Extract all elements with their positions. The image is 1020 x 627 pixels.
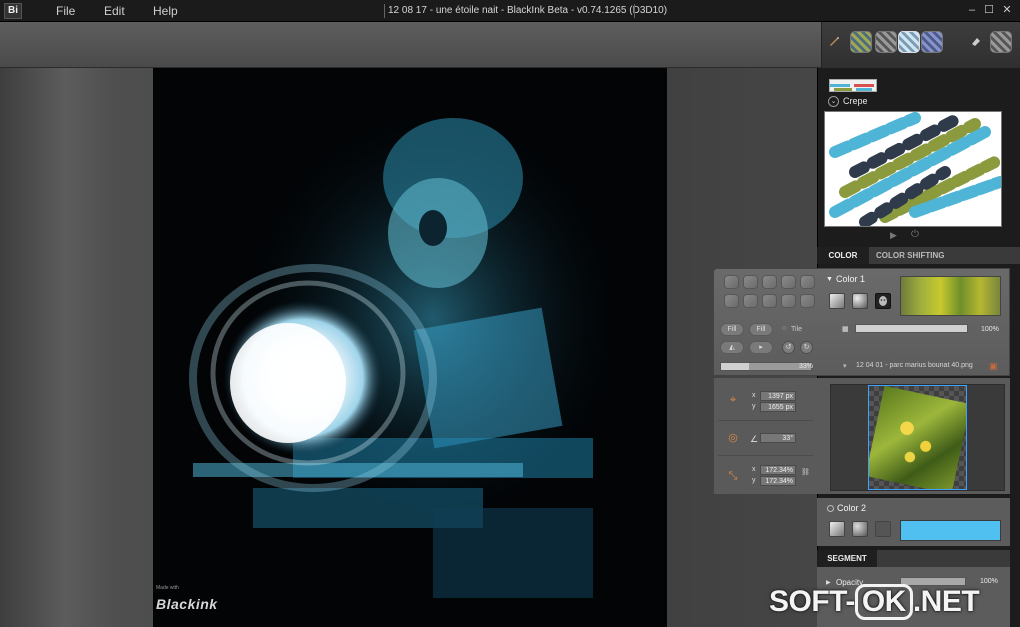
texture-selection-frame[interactable] [868, 385, 967, 490]
brush-stroke-preview [824, 111, 1002, 227]
tab-color[interactable]: COLOR [817, 247, 869, 264]
transform-divider [718, 455, 813, 456]
position-x-label: x [752, 392, 756, 399]
texture-thumbnail-strip[interactable] [900, 276, 1001, 316]
brush-preset-crepe[interactable] [898, 31, 920, 53]
power-icon[interactable]: ⏻ [911, 229, 919, 240]
swatch-cell[interactable] [743, 275, 758, 289]
swatch-cell[interactable] [781, 294, 796, 308]
tab-segment[interactable]: SEGMENT [817, 550, 877, 567]
position-y-label: y [752, 403, 756, 410]
scale-x-field[interactable]: 172.34% [760, 465, 796, 475]
rotate-right-icon[interactable]: ↻ [800, 341, 813, 354]
texture-dropdown-chevron-icon[interactable]: ▾ [843, 362, 847, 370]
brush-preset-4[interactable] [921, 31, 943, 53]
color1-opacity-fill [856, 325, 967, 332]
brush-preset-1[interactable] [850, 31, 872, 53]
gradient-mode-icon[interactable] [852, 293, 868, 309]
color2-solid-mode-icon[interactable] [829, 521, 845, 537]
rotate-left-icon[interactable]: ↺ [782, 341, 795, 354]
scale-y-field[interactable]: 172.34% [760, 476, 796, 486]
stroke-preview-art [829, 112, 1001, 226]
tile-label: Tile [791, 326, 803, 333]
maximize-button[interactable]: ☐ [981, 3, 997, 17]
swatch-cell[interactable] [800, 275, 815, 289]
flip-vertical-button[interactable]: ◭ [720, 341, 744, 354]
color2-gradient-mode-icon[interactable] [852, 521, 868, 537]
painting-canvas[interactable]: Made with Blackink [153, 68, 667, 627]
title-divider-left [384, 4, 385, 18]
color2-label: Color 2 [837, 503, 867, 513]
tile-radio-icon[interactable]: ○ [782, 325, 786, 332]
transform-divider [718, 420, 813, 421]
color2-texture-mode-icon[interactable] [875, 521, 891, 537]
canvas-artwork [189, 108, 623, 598]
texture-mode-icon[interactable] [875, 293, 891, 309]
scale-y-label: y [752, 477, 756, 484]
fill-button-1[interactable]: Fill [720, 323, 744, 336]
app-logo[interactable]: Bi [4, 3, 22, 19]
angle-field[interactable]: 33° [760, 433, 796, 443]
texture-image [869, 386, 966, 489]
color1-opacity-value: 100% [981, 326, 999, 333]
segment-opacity-value: 100% [980, 578, 998, 585]
position-y-field[interactable]: 1655 px [760, 402, 796, 412]
tab-color-shifting[interactable]: COLOR SHIFTING [876, 247, 944, 264]
color1-opacity-slider[interactable] [855, 324, 968, 333]
scale-icon: ⤡ [728, 470, 738, 482]
window-title: 12 08 17 - une étoile nait - BlackInk Be… [388, 5, 668, 16]
close-button[interactable]: ✕ [999, 3, 1015, 17]
swatch-cell[interactable] [800, 294, 815, 308]
title-bar: Bi File Edit Help 12 08 17 - une étoile … [0, 0, 1020, 22]
color1-secondary-value: 33% [799, 363, 814, 370]
angle-symbol-icon: ∠ [750, 434, 759, 444]
play-icon[interactable]: ▶ [890, 230, 897, 241]
canvas-logo-subtitle: Made with [156, 585, 179, 591]
swatch-cell[interactable] [762, 294, 777, 308]
brush-thumbnail[interactable] [829, 79, 877, 92]
position-crosshair-icon: ⌖ [729, 394, 737, 406]
color2-swatch[interactable] [900, 520, 1001, 541]
texture-file-name[interactable]: 12 04 01 - parc marius bounat 40.png [856, 362, 973, 369]
swatch-cell[interactable] [724, 294, 739, 308]
pen-tool-icon[interactable] [828, 35, 840, 47]
rotation-target-icon: ◎ [728, 432, 738, 444]
eraser-preset[interactable] [990, 31, 1012, 53]
brush-strip [821, 22, 1020, 68]
color1-collapse-icon[interactable]: ▼ [826, 276, 833, 283]
watermark-prefix: SOFT- [769, 585, 855, 618]
swatch-cell[interactable] [762, 275, 777, 289]
canvas-blackink-logo: Blackink [156, 596, 218, 612]
swatch-cell[interactable] [781, 275, 796, 289]
eraser-tool-icon[interactable] [970, 35, 982, 47]
swatch-cell[interactable] [724, 275, 739, 289]
brush-thumbnail-strokes [830, 84, 874, 91]
color2-radio[interactable] [827, 505, 834, 512]
watermark-suffix: .NET [912, 585, 980, 618]
color-tabbar: COLOR COLOR SHIFTING [817, 247, 1020, 264]
brush-collapse-chevron-icon[interactable]: ⌄ [828, 96, 839, 107]
swatch-cell[interactable] [743, 294, 758, 308]
flip-horizontal-button[interactable]: ▸ [749, 341, 773, 354]
opacity-checker-icon: ▦ [842, 326, 849, 333]
solid-color-mode-icon[interactable] [829, 293, 845, 309]
brush-preset-2[interactable] [875, 31, 897, 53]
minimize-button[interactable]: – [964, 3, 980, 17]
menu-edit[interactable]: Edit [104, 4, 125, 18]
blackink-app-window: Bi File Edit Help 12 08 17 - une étoile … [0, 0, 1020, 627]
watermark: SOFT- OK .NET [769, 584, 980, 620]
scale-x-label: x [752, 466, 756, 473]
face-texture-icon [879, 296, 887, 306]
brush-name-label: Crepe [843, 96, 868, 106]
watermark-boxed: OK [854, 584, 913, 620]
color1-label: Color 1 [836, 274, 866, 284]
menu-help[interactable]: Help [153, 4, 178, 18]
color1-secondary-fill [721, 363, 749, 370]
open-folder-icon[interactable]: ▣ [989, 361, 998, 372]
link-scale-icon[interactable]: ⛓ [801, 468, 810, 476]
menu-file[interactable]: File [56, 4, 75, 18]
position-x-field[interactable]: 1397 px [760, 391, 796, 401]
fill-button-2[interactable]: Fill [749, 323, 773, 336]
title-divider-right [634, 4, 635, 18]
